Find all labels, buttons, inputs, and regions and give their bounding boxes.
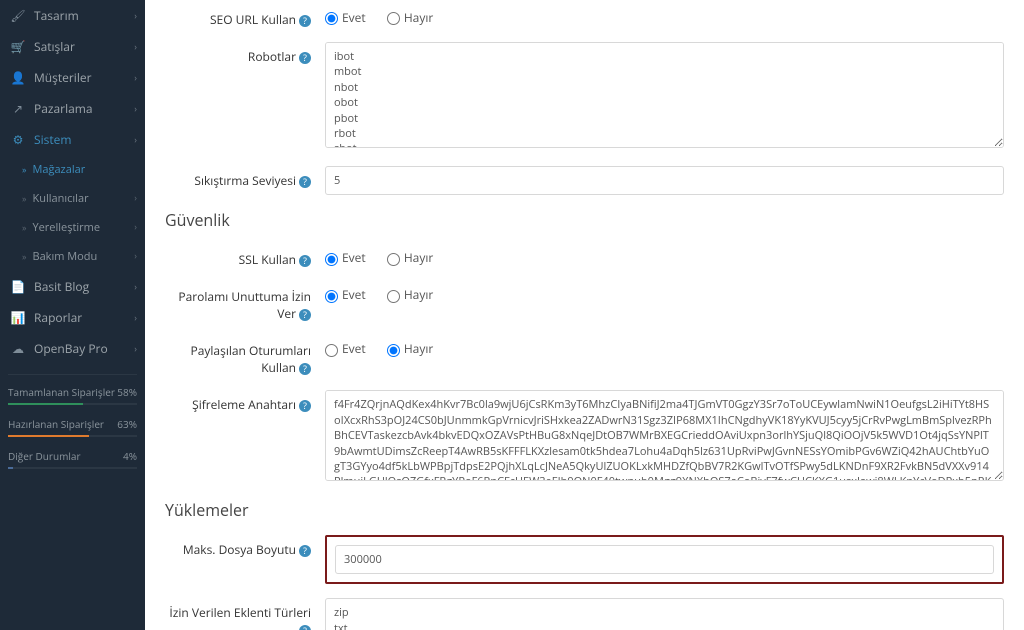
seo-url-no[interactable]: Hayır [387, 9, 433, 26]
menu-icon: 👤 [10, 69, 26, 86]
menu-icon: ↗ [10, 100, 26, 117]
robots-textarea[interactable]: ibot mbot nbot obot pbot rbot sbot [325, 42, 1004, 148]
chevron-right-icon: › [134, 249, 137, 262]
bullet-icon: » [22, 250, 26, 263]
help-icon[interactable]: ? [299, 625, 311, 630]
sidebar-item-tasarım[interactable]: 🖌 Tasarım › [0, 0, 145, 31]
bullet-icon: » [22, 221, 26, 234]
submenu-label: Mağazalar [32, 162, 85, 177]
sidebar-subitem-yerelleştirme[interactable]: » Yerelleştirme › [0, 213, 145, 242]
help-icon[interactable]: ? [299, 15, 311, 27]
menu-label: OpenBay Pro [34, 340, 108, 357]
help-icon[interactable]: ? [299, 52, 311, 64]
stat-label: Tamamlanan Siparişler [8, 385, 115, 399]
ssl-no[interactable]: Hayır [387, 249, 433, 266]
ssl-yes[interactable]: Evet [325, 249, 366, 266]
chevron-right-icon: › [134, 280, 137, 293]
chevron-right-icon: › [134, 40, 137, 53]
chevron-right-icon: › [134, 220, 137, 233]
menu-label: Raporlar [34, 309, 82, 326]
encryption-label: Şifreleme Anahtarı? [165, 390, 325, 413]
sidebar-item-sistem[interactable]: ⚙ Sistem › [0, 124, 145, 155]
compression-label: Sıkıştırma Seviyesi? [165, 166, 325, 189]
shared-label: Paylaşılan Oturumları Kullan? [165, 336, 325, 376]
help-icon[interactable]: ? [299, 255, 311, 267]
sidebar-item-openbay pro[interactable]: ☁ OpenBay Pro › [0, 333, 145, 364]
compression-input[interactable] [325, 166, 1004, 195]
ssl-label: SSL Kullan? [165, 245, 325, 268]
help-icon[interactable]: ? [299, 400, 311, 412]
stat-pct: 58% [117, 385, 137, 399]
help-icon[interactable]: ? [299, 309, 311, 321]
sidebar-subitem-mağazalar[interactable]: » Mağazalar [0, 155, 145, 184]
menu-icon: ⚙ [10, 131, 26, 148]
help-icon[interactable]: ? [299, 176, 311, 188]
seo-url-yes[interactable]: Evet [325, 9, 366, 26]
stat-label: Hazırlanan Siparişler [8, 417, 104, 431]
sidebar: 🖌 Tasarım › 🛒 Satışlar › 👤 Müşteriler › ↗ Pazarlam… [0, 0, 145, 630]
seo-url-label: SEO URL Kullan? [165, 5, 325, 28]
exts-label: İzin Verilen Eklenti Türleri? [165, 598, 325, 630]
menu-icon: 📊 [10, 309, 26, 326]
robots-label: Robotlar? [165, 42, 325, 65]
chevron-right-icon: › [134, 133, 137, 146]
stat-block: Diğer Durumlar 4% [8, 449, 137, 469]
stat-pct: 4% [123, 449, 137, 463]
chevron-right-icon: › [134, 71, 137, 84]
menu-label: Müşteriler [34, 69, 92, 86]
help-icon[interactable]: ? [299, 363, 311, 375]
menu-label: Sistem [34, 131, 71, 148]
stat-block: Hazırlanan Siparişler 63% [8, 417, 137, 437]
uploads-heading: Yüklemeler [165, 499, 1004, 521]
bullet-icon: » [22, 192, 26, 205]
chevron-right-icon: › [134, 311, 137, 324]
exts-textarea[interactable]: zip txt png jpe jpeg jpg [325, 598, 1004, 630]
maxsize-label: Maks. Dosya Boyutu? [165, 535, 325, 558]
submenu-label: Yerelleştirme [32, 220, 100, 235]
stat-pct: 63% [117, 417, 137, 431]
shared-no[interactable]: Hayır [387, 340, 433, 357]
stat-label: Diğer Durumlar [8, 449, 81, 463]
maxsize-input[interactable] [335, 545, 994, 574]
forgot-label: Parolamı Unuttuma İzin Ver? [165, 282, 325, 322]
encryption-textarea[interactable]: f4Fr4ZQrjnAQdKex4hKvr7Bc0la9wjU6jCsRKm3y… [325, 390, 1004, 481]
menu-icon: 🛒 [10, 38, 26, 55]
menu-label: Pazarlama [34, 100, 93, 117]
chevron-right-icon: › [134, 9, 137, 22]
menu-icon: 🖌 [10, 7, 26, 24]
menu-label: Tasarım [34, 7, 79, 24]
menu-icon: 📄 [10, 278, 26, 295]
menu-label: Basit Blog [34, 278, 89, 295]
chevron-right-icon: › [134, 191, 137, 204]
chevron-right-icon: › [134, 102, 137, 115]
forgot-yes[interactable]: Evet [325, 286, 366, 303]
sidebar-subitem-bakım modu[interactable]: » Bakım Modu › [0, 242, 145, 271]
sidebar-item-satışlar[interactable]: 🛒 Satışlar › [0, 31, 145, 62]
submenu-label: Kullanıcılar [32, 191, 88, 206]
main-content: SEO URL Kullan? Evet Hayır Robotlar? ibo… [145, 0, 1024, 630]
sidebar-subitem-kullanıcılar[interactable]: » Kullanıcılar › [0, 184, 145, 213]
sidebar-item-müşteriler[interactable]: 👤 Müşteriler › [0, 62, 145, 93]
menu-label: Satışlar [34, 38, 75, 55]
sidebar-item-pazarlama[interactable]: ↗ Pazarlama › [0, 93, 145, 124]
forgot-no[interactable]: Hayır [387, 286, 433, 303]
sidebar-item-raporlar[interactable]: 📊 Raporlar › [0, 302, 145, 333]
menu-icon: ☁ [10, 340, 26, 357]
chevron-right-icon: › [134, 342, 137, 355]
stat-block: Tamamlanan Siparişler58% [8, 385, 137, 405]
submenu-label: Bakım Modu [32, 249, 97, 264]
help-icon[interactable]: ? [299, 545, 311, 557]
bullet-icon: » [22, 163, 26, 176]
sidebar-item-basit blog[interactable]: 📄 Basit Blog › [0, 271, 145, 302]
security-heading: Güvenlik [165, 209, 1004, 231]
shared-yes[interactable]: Evet [325, 340, 366, 357]
